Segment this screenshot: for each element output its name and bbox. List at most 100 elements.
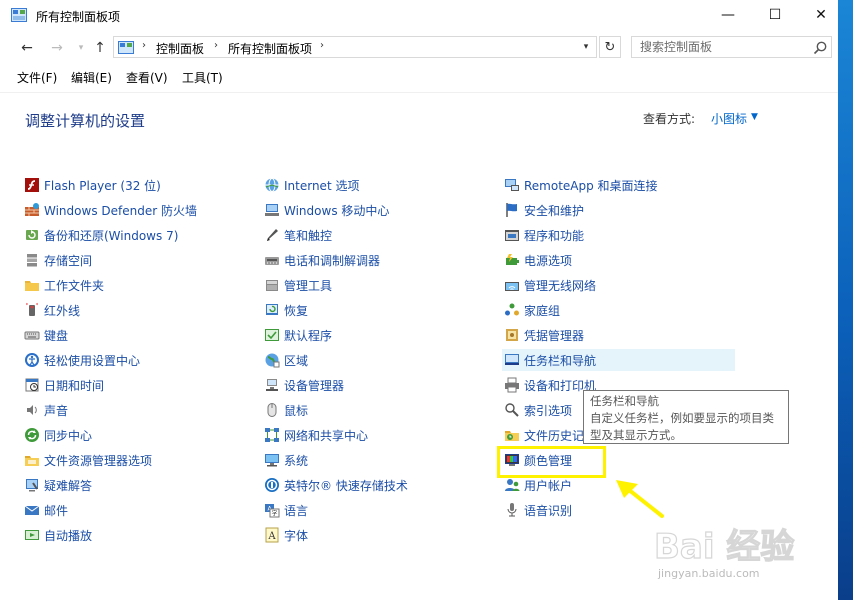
item-label[interactable]: 电话和调制解调器 — [284, 252, 380, 269]
control-panel-item[interactable]: 电源选项 — [502, 249, 732, 271]
control-panel-item[interactable]: A 字体 — [262, 524, 492, 546]
refresh-button[interactable]: ↻ — [599, 36, 621, 58]
item-label[interactable]: 邮件 — [44, 502, 68, 519]
back-arrow-icon[interactable]: ← — [16, 37, 38, 59]
control-panel-item[interactable]: Windows 移动中心 — [262, 199, 492, 221]
address-bar[interactable]: › 控制面板 › 所有控制面板项 › ▾ — [113, 36, 597, 58]
control-panel-item[interactable]: 管理无线网络 — [502, 274, 732, 296]
item-label[interactable]: 红外线 — [44, 302, 80, 319]
breadcrumb-separator-icon[interactable]: › — [214, 40, 218, 51]
item-label[interactable]: 区域 — [284, 352, 308, 369]
control-panel-item[interactable]: RemoteApp 和桌面连接 — [502, 174, 732, 196]
item-label[interactable]: 文件资源管理器选项 — [44, 452, 152, 469]
item-label[interactable]: 语言 — [284, 502, 308, 519]
control-panel-item[interactable]: 存储空间 — [22, 249, 252, 271]
item-label[interactable]: Internet 选项 — [284, 177, 359, 194]
control-panel-item[interactable]: 邮件 — [22, 499, 252, 521]
view-by-chevron-down-icon[interactable]: ▼ — [751, 112, 758, 122]
control-panel-item[interactable]: 同步中心 — [22, 424, 252, 446]
control-panel-item[interactable]: 程序和功能 — [502, 224, 732, 246]
control-panel-item[interactable]: 凭据管理器 — [502, 324, 732, 346]
item-label[interactable]: 存储空间 — [44, 252, 92, 269]
item-label[interactable]: Flash Player (32 位) — [44, 177, 161, 194]
item-label[interactable]: 管理工具 — [284, 277, 332, 294]
control-panel-item[interactable]: 工作文件夹 — [22, 274, 252, 296]
item-label[interactable]: 系统 — [284, 452, 308, 469]
control-panel-item[interactable]: 轻松使用设置中心 — [22, 349, 252, 371]
item-label[interactable]: 声音 — [44, 402, 68, 419]
breadcrumb-separator-icon[interactable]: › — [320, 40, 324, 51]
menu-file[interactable]: 文件(F) — [17, 69, 57, 86]
item-label[interactable]: 自动播放 — [44, 527, 92, 544]
control-panel-item[interactable]: 英特尔® 快速存储技术 — [262, 474, 492, 496]
control-panel-item[interactable]: 备份和还原(Windows 7) — [22, 224, 252, 246]
search-box[interactable] — [631, 36, 832, 58]
control-panel-item[interactable]: 键盘 — [22, 324, 252, 346]
item-label[interactable]: RemoteApp 和桌面连接 — [524, 177, 658, 194]
item-label[interactable]: 电源选项 — [524, 252, 572, 269]
control-panel-item[interactable]: 系统 — [262, 449, 492, 471]
item-label[interactable]: 用户帐户 — [524, 477, 572, 494]
item-label[interactable]: 轻松使用设置中心 — [44, 352, 140, 369]
control-panel-item[interactable]: Flash Player (32 位) — [22, 174, 252, 196]
item-label[interactable]: 安全和维护 — [524, 202, 584, 219]
item-label[interactable]: 设备管理器 — [284, 377, 344, 394]
item-label[interactable]: 鼠标 — [284, 402, 308, 419]
maximize-button[interactable]: ☐ — [752, 0, 798, 30]
control-panel-item[interactable]: 红外线 — [22, 299, 252, 321]
item-label[interactable]: 日期和时间 — [44, 377, 104, 394]
item-label[interactable]: 备份和还原(Windows 7) — [44, 227, 178, 244]
item-label[interactable]: 同步中心 — [44, 427, 92, 444]
control-panel-item[interactable]: 疑难解答 — [22, 474, 252, 496]
item-label[interactable]: 凭据管理器 — [524, 327, 584, 344]
menu-edit[interactable]: 编辑(E) — [71, 69, 112, 86]
search-icon[interactable] — [812, 40, 828, 56]
control-panel-item[interactable]: 家庭组 — [502, 299, 732, 321]
breadcrumb-separator-icon[interactable]: › — [142, 40, 146, 51]
control-panel-item[interactable]: 安全和维护 — [502, 199, 732, 221]
control-panel-item[interactable]: 网络和共享中心 — [262, 424, 492, 446]
address-dropdown-icon[interactable]: ▾ — [578, 39, 594, 55]
up-arrow-icon[interactable]: ↑ — [89, 37, 111, 59]
item-label[interactable]: Windows 移动中心 — [284, 202, 389, 219]
item-label[interactable]: 程序和功能 — [524, 227, 584, 244]
item-label[interactable]: 疑难解答 — [44, 477, 92, 494]
item-label[interactable]: 网络和共享中心 — [284, 427, 368, 444]
item-label[interactable]: 键盘 — [44, 327, 68, 344]
view-by-dropdown[interactable]: 小图标 — [711, 110, 747, 127]
minimize-button[interactable]: — — [705, 0, 751, 30]
item-label[interactable]: 任务栏和导航 — [524, 352, 596, 369]
control-panel-item[interactable]: Windows Defender 防火墙 — [22, 199, 252, 221]
control-panel-item[interactable]: 日期和时间 — [22, 374, 252, 396]
control-panel-item[interactable]: 声音 — [22, 399, 252, 421]
control-panel-item[interactable]: 默认程序 — [262, 324, 492, 346]
control-panel-item[interactable]: 自动播放 — [22, 524, 252, 546]
item-label[interactable]: 工作文件夹 — [44, 277, 104, 294]
control-panel-item[interactable]: 恢复 — [262, 299, 492, 321]
menu-tools[interactable]: 工具(T) — [182, 69, 223, 86]
item-label[interactable]: 恢复 — [284, 302, 308, 319]
item-label[interactable]: 索引选项 — [524, 402, 572, 419]
item-label[interactable]: 家庭组 — [524, 302, 560, 319]
control-panel-item[interactable]: 任务栏和导航 — [502, 349, 735, 371]
close-button[interactable]: ✕ — [798, 0, 838, 30]
control-panel-item[interactable]: 笔和触控 — [262, 224, 492, 246]
control-panel-item[interactable]: 电话和调制解调器 — [262, 249, 492, 271]
item-label[interactable]: 笔和触控 — [284, 227, 332, 244]
item-label[interactable]: 默认程序 — [284, 327, 332, 344]
search-input[interactable] — [632, 37, 815, 57]
control-panel-item[interactable]: Internet 选项 — [262, 174, 492, 196]
item-label[interactable]: 语音识别 — [524, 502, 572, 519]
control-panel-item[interactable]: 管理工具 — [262, 274, 492, 296]
item-label[interactable]: 管理无线网络 — [524, 277, 596, 294]
breadcrumb-all-items[interactable]: 所有控制面板项 — [228, 40, 312, 57]
forward-arrow-icon[interactable]: → — [46, 37, 68, 59]
control-panel-item[interactable]: 设备管理器 — [262, 374, 492, 396]
item-label[interactable]: 字体 — [284, 527, 308, 544]
control-panel-item[interactable]: A字语言 — [262, 499, 492, 521]
control-panel-item[interactable]: 文件资源管理器选项 — [22, 449, 252, 471]
control-panel-item[interactable]: 区域 — [262, 349, 492, 371]
menu-view[interactable]: 查看(V) — [126, 69, 168, 86]
item-label[interactable]: Windows Defender 防火墙 — [44, 202, 197, 219]
control-panel-item[interactable]: 鼠标 — [262, 399, 492, 421]
